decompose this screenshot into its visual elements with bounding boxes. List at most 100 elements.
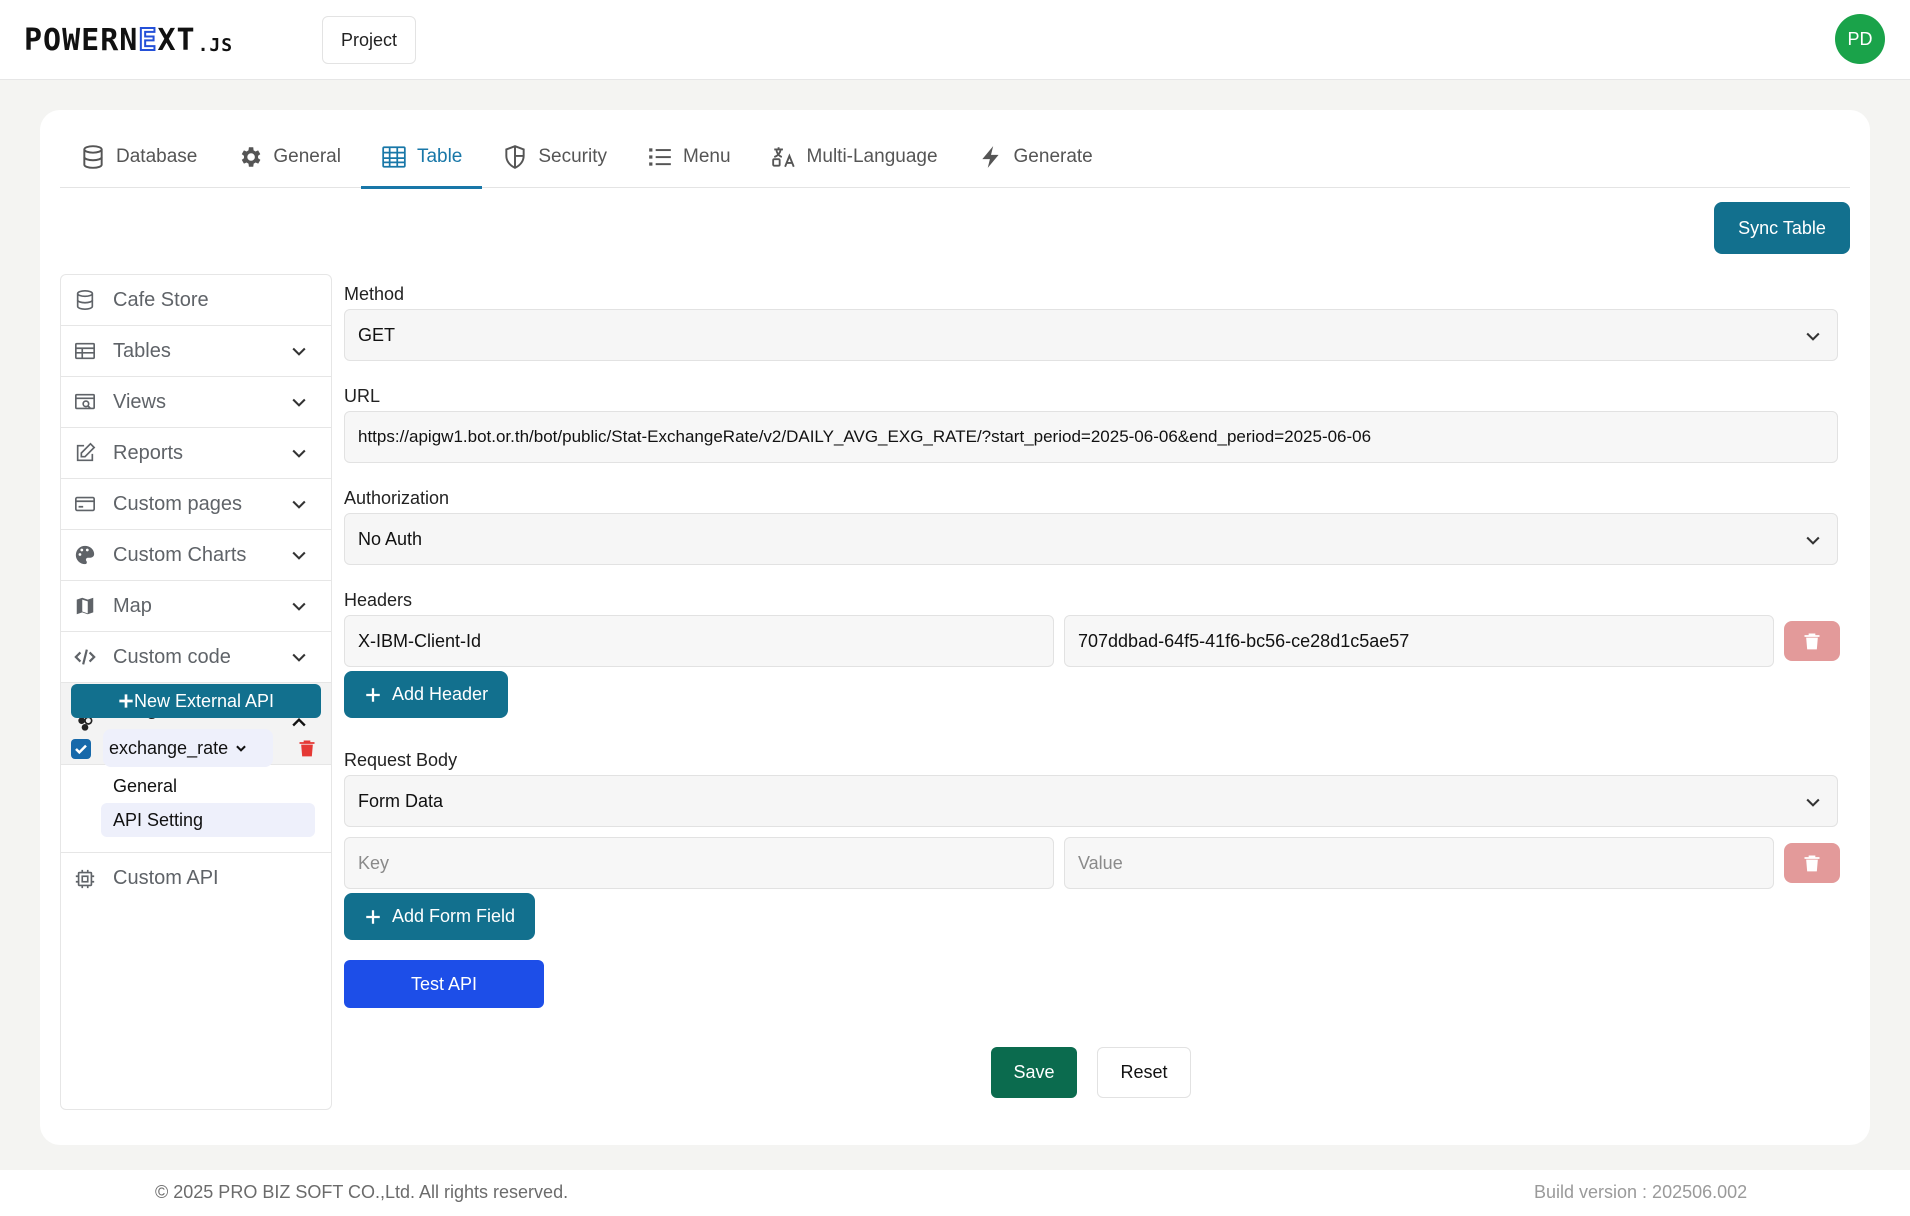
avatar[interactable]: PD <box>1835 14 1885 64</box>
url-input[interactable]: https://apigw1.bot.or.th/bot/public/Stat… <box>344 411 1838 463</box>
tab-general[interactable]: General <box>217 126 361 188</box>
trash-icon[interactable] <box>297 737 317 759</box>
request-body-label: Request Body <box>344 750 458 770</box>
authorization-value: No Auth <box>358 528 423 549</box>
sidebar-item-custom-code[interactable]: Custom code <box>61 632 331 683</box>
card-icon <box>73 492 97 516</box>
trash-icon <box>1804 855 1820 872</box>
chevron-down-icon[interactable] <box>289 341 309 361</box>
table-icon <box>382 146 406 168</box>
method-value: GET <box>358 324 396 345</box>
lightning-icon <box>981 146 999 168</box>
sidebar-item-custom-charts[interactable]: Custom Charts <box>61 530 331 581</box>
sub-item-general[interactable]: General <box>101 769 315 803</box>
build-version: Build version : 202506.002 <box>1534 1182 1748 1202</box>
add-form-field-button[interactable]: Add Form Field <box>344 893 536 940</box>
sidebar-item-reports[interactable]: Reports <box>61 428 331 479</box>
gear-icon <box>242 147 261 167</box>
tab-generate[interactable]: Generate <box>958 126 1113 188</box>
add-header-button[interactable]: Add Header <box>344 671 509 718</box>
tab-security[interactable]: Security <box>482 126 627 188</box>
tab-table[interactable]: Table <box>360 126 483 189</box>
sidebar-item-label: Map <box>113 594 152 617</box>
database-icon <box>83 145 103 169</box>
sidebar-item-label: Tables <box>113 339 171 362</box>
sidebar-item-map[interactable]: Map <box>61 581 331 632</box>
api-name: exchange_rate <box>109 737 229 758</box>
request-body-value: Form Data <box>358 790 444 811</box>
url-label: URL <box>344 386 381 406</box>
sync-table-button[interactable]: Sync Table <box>1714 202 1850 254</box>
api-name-dropdown[interactable]: exchange_rate <box>103 729 273 767</box>
sidebar-item-tables[interactable]: Tables <box>61 326 331 377</box>
header-key-value: X-IBM-Client-Id <box>358 630 482 651</box>
chevron-down-icon <box>1806 536 1820 545</box>
sidebar-item-label: Custom pages <box>113 492 242 515</box>
view-icon <box>73 390 97 414</box>
form-key-input[interactable]: Key <box>344 837 1054 889</box>
code-icon <box>73 645 97 669</box>
palette-icon <box>73 543 97 567</box>
header-key-input[interactable]: X-IBM-Client-Id <box>344 615 1054 667</box>
sidebar-item-custom-pages[interactable]: Custom pages <box>61 479 331 530</box>
tab-label: Multi-Language <box>806 146 938 167</box>
sidebar-item-label: Custom Charts <box>113 543 247 566</box>
app-logo[interactable]: POWERN E XT .JS <box>24 22 234 59</box>
sidebar-item-label: Reports <box>113 441 184 464</box>
plus-icon <box>119 694 133 708</box>
form-value-input[interactable]: Value <box>1064 837 1774 889</box>
sidebar: Cafe Store Tables Views Reports Custom p… <box>60 274 332 1110</box>
tab-label: Database <box>116 146 198 167</box>
sidebar-item-cafe-store[interactable]: Cafe Store <box>61 275 331 326</box>
tab-bar: Database General Table Security Menu Mul… <box>60 126 1850 189</box>
test-api-button[interactable]: Test API <box>344 960 544 1008</box>
sidebar-item-label: Cafe Store <box>113 288 209 311</box>
chevron-down-icon[interactable] <box>289 392 309 412</box>
chevron-down-icon <box>236 745 246 752</box>
chevron-down-icon[interactable] <box>289 596 309 616</box>
url-value: https://apigw1.bot.or.th/bot/public/Stat… <box>358 427 1372 446</box>
chevron-down-icon[interactable] <box>289 494 309 514</box>
logo-text-mid: E <box>137 22 158 59</box>
sub-item-api-setting[interactable]: API Setting <box>101 803 315 837</box>
new-external-api-button[interactable]: New External API <box>71 684 321 718</box>
chevron-down-icon[interactable] <box>289 647 309 667</box>
chevron-down-icon[interactable] <box>289 545 309 565</box>
sidebar-item-custom-api[interactable]: Custom API <box>61 853 331 904</box>
header-value-input[interactable]: 707ddbad-64f5-41f6-bc56-ce28d1c5ae57 <box>1064 615 1774 667</box>
edit-icon <box>73 441 97 465</box>
tab-label: Generate <box>1013 146 1093 167</box>
logo-suffix: .JS <box>197 35 234 56</box>
authorization-select[interactable]: No Auth <box>344 513 1838 565</box>
method-select[interactable]: GET <box>344 309 1838 361</box>
form-value-placeholder: Value <box>1078 852 1123 873</box>
plus-icon <box>366 909 380 924</box>
delete-form-field-button[interactable] <box>1784 843 1840 883</box>
new-api-label: New External API <box>133 690 275 711</box>
list-icon <box>649 148 671 166</box>
api-list-item: exchange_rate <box>71 729 321 767</box>
main-card: Database General Table Security Menu Mul… <box>40 110 1870 1145</box>
footer: © 2025 PRO BIZ SOFT CO.,Ltd. All rights … <box>0 1170 1910 1216</box>
tab-multi-language[interactable]: Multi-Language <box>751 126 958 188</box>
tab-label: Menu <box>683 146 731 167</box>
trash-icon <box>1804 633 1820 650</box>
delete-header-button[interactable] <box>1784 621 1840 661</box>
copyright-text: © 2025 PRO BIZ SOFT CO.,Ltd. All rights … <box>155 1182 569 1202</box>
chip-icon <box>73 867 97 891</box>
sidebar-item-views[interactable]: Views <box>61 377 331 428</box>
tab-menu[interactable]: Menu <box>627 126 751 188</box>
api-checkbox[interactable] <box>71 739 91 759</box>
chevron-down-icon[interactable] <box>289 443 309 463</box>
tab-database[interactable]: Database <box>60 126 217 188</box>
project-button[interactable]: Project <box>322 16 416 64</box>
authorization-label: Authorization <box>344 488 450 508</box>
form-key-placeholder: Key <box>358 852 390 873</box>
logo-text-left: POWERN <box>24 23 139 58</box>
save-button[interactable]: Save <box>991 1047 1077 1098</box>
translate-icon <box>771 147 795 168</box>
request-body-select[interactable]: Form Data <box>344 775 1838 827</box>
tab-label: General <box>273 146 341 167</box>
reset-button[interactable]: Reset <box>1097 1047 1191 1098</box>
sidebar-item-label: Custom API <box>113 867 219 889</box>
